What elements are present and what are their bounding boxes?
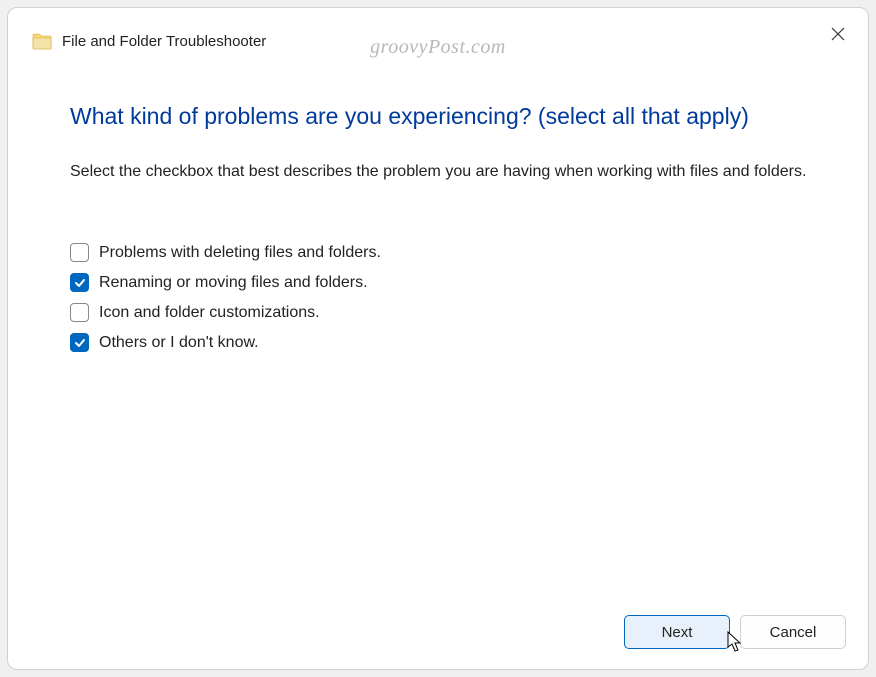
watermark-text: groovyPost.com [370,36,506,59]
checkmark-icon [74,277,86,289]
option-customizations[interactable]: Icon and folder customizations. [70,303,808,322]
cancel-button[interactable]: Cancel [740,615,846,649]
option-label: Others or I don't know. [99,334,259,352]
option-others[interactable]: Others or I don't know. [70,333,808,352]
folder-icon [32,32,52,50]
close-icon [831,27,845,41]
next-button[interactable]: Next [624,615,730,649]
option-label: Problems with deleting files and folders… [99,244,381,262]
checkbox-checked[interactable] [70,273,89,292]
troubleshooter-dialog: groovyPost.com File and Folder Troublesh… [7,7,869,670]
instructions-text: Select the checkbox that best describes … [70,160,808,183]
checkbox-unchecked[interactable] [70,303,89,322]
dialog-footer: Next Cancel [8,599,868,669]
checkbox-unchecked[interactable] [70,243,89,262]
checkmark-icon [74,337,86,349]
checkbox-checked[interactable] [70,333,89,352]
dialog-title: File and Folder Troubleshooter [62,33,266,50]
option-renaming[interactable]: Renaming or moving files and folders. [70,273,808,292]
question-heading: What kind of problems are you experienci… [70,102,808,132]
close-button[interactable] [828,24,848,44]
option-deleting[interactable]: Problems with deleting files and folders… [70,243,808,262]
option-label: Renaming or moving files and folders. [99,274,368,292]
options-group: Problems with deleting files and folders… [70,243,808,352]
option-label: Icon and folder customizations. [99,304,320,322]
dialog-content: What kind of problems are you experienci… [8,62,868,599]
